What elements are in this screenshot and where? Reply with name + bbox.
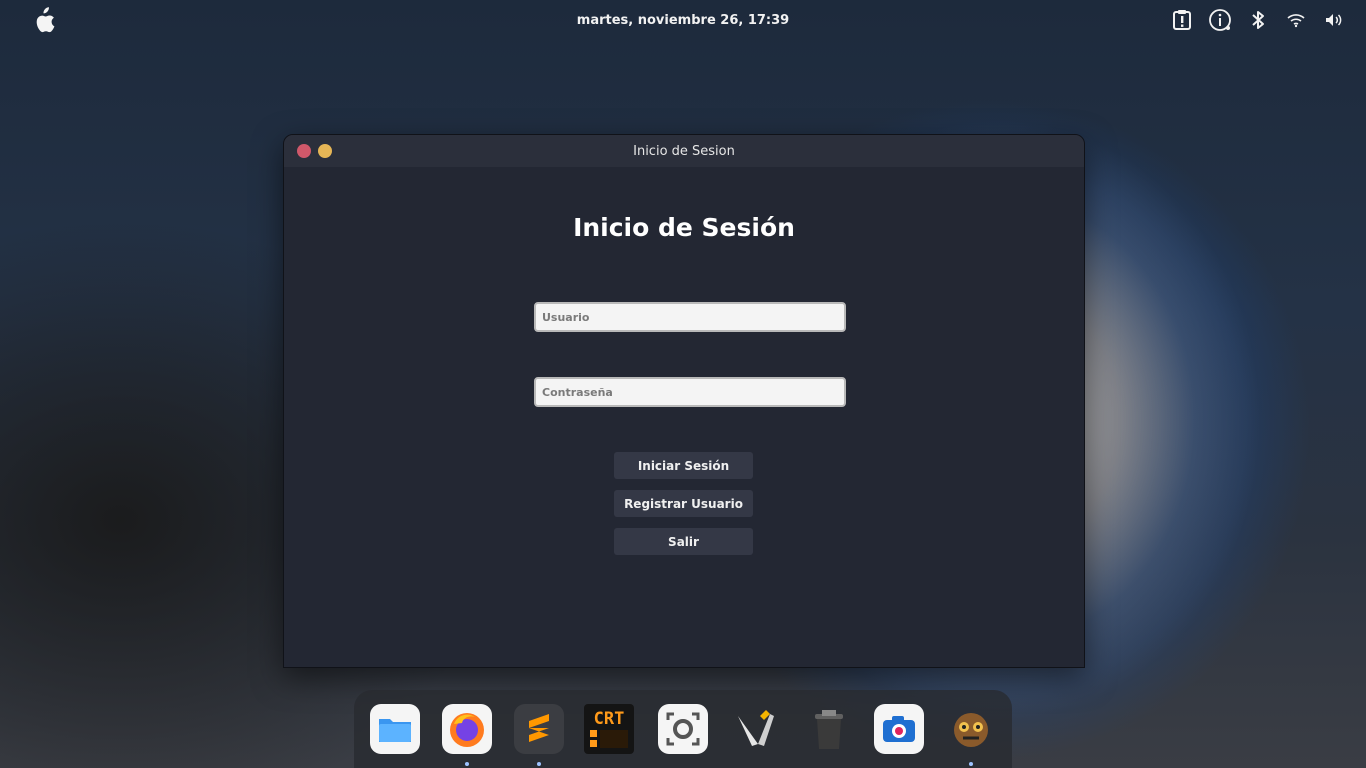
password-input[interactable] xyxy=(534,377,846,407)
window-titlebar[interactable]: Inicio de Sesion xyxy=(284,135,1084,167)
cool-retro-term-icon[interactable]: CRT xyxy=(584,704,634,754)
register-button[interactable]: Registrar Usuario xyxy=(614,490,753,517)
svg-text:CRT: CRT xyxy=(594,709,625,729)
screenshot-icon[interactable] xyxy=(658,704,708,754)
dock: CRT xyxy=(354,690,1012,768)
date-time[interactable]: martes, noviembre 26, 17:39 xyxy=(577,13,789,28)
text-editor-icon[interactable] xyxy=(730,704,780,754)
sublime-running-indicator xyxy=(537,762,541,766)
window-title: Inicio de Sesion xyxy=(633,143,735,159)
wifi-icon[interactable] xyxy=(1284,8,1308,32)
sublime-text-icon[interactable] xyxy=(514,704,564,754)
apple-logo-icon[interactable] xyxy=(30,7,56,35)
volume-icon[interactable] xyxy=(1322,8,1346,32)
firefox-icon[interactable] xyxy=(442,704,492,754)
minimize-button[interactable] xyxy=(318,144,332,158)
firefox-running-indicator xyxy=(465,762,469,766)
bluetooth-icon[interactable] xyxy=(1246,8,1270,32)
username-input[interactable] xyxy=(534,302,846,332)
page-title: Inicio de Sesión xyxy=(573,213,795,242)
trash-icon[interactable] xyxy=(804,704,854,754)
top-bar: martes, noviembre 26, 17:39 xyxy=(0,0,1366,40)
info-icon[interactable] xyxy=(1208,8,1232,32)
login-button[interactable]: Iniciar Sesión xyxy=(614,452,753,479)
close-button[interactable] xyxy=(297,144,311,158)
camera-icon[interactable] xyxy=(874,704,924,754)
exit-button[interactable]: Salir xyxy=(614,528,753,555)
login-window: Inicio de Sesion Inicio de Sesión Inicia… xyxy=(283,134,1085,668)
game-icon[interactable] xyxy=(946,704,996,754)
files-icon[interactable] xyxy=(370,704,420,754)
game-running-indicator xyxy=(969,762,973,766)
system-tray xyxy=(1170,8,1346,32)
clipboard-icon[interactable] xyxy=(1170,8,1194,32)
